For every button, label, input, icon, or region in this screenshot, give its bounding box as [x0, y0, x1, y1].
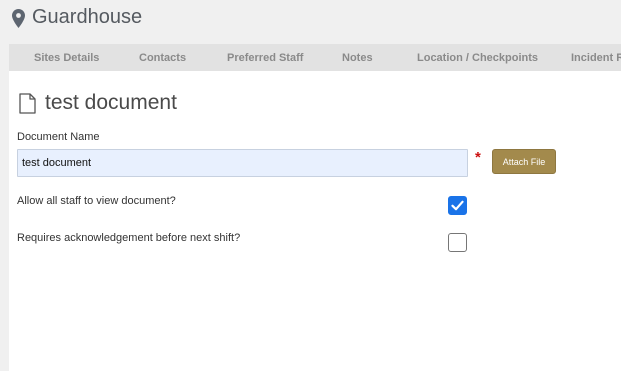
tab-notes[interactable]: Notes: [342, 44, 373, 71]
tab-location-checkpoints[interactable]: Location / Checkpoints: [417, 44, 538, 71]
document-title: test document: [45, 91, 177, 114]
document-name-input[interactable]: [17, 149, 468, 177]
site-title: Guardhouse: [32, 6, 143, 28]
attach-file-button[interactable]: Attach File: [492, 149, 556, 174]
tab-sites-details[interactable]: Sites Details: [34, 44, 99, 71]
allow-staff-checkbox[interactable]: [448, 196, 467, 215]
acknowledgement-label: Requires acknowledgement before next shi…: [17, 232, 241, 244]
map-pin-icon: [12, 9, 25, 28]
document-name-label: Document Name: [17, 131, 100, 143]
site-header: Guardhouse: [0, 0, 621, 44]
checkmark-icon: [451, 200, 464, 211]
document-icon: [19, 93, 36, 114]
document-panel: test document Document Name * Attach Fil…: [9, 71, 621, 371]
allow-staff-label: Allow all staff to view document?: [17, 195, 176, 207]
tab-bar: Sites Details Contacts Preferred Staff N…: [9, 44, 621, 71]
tab-preferred-staff[interactable]: Preferred Staff: [227, 44, 303, 71]
acknowledgement-checkbox[interactable]: [448, 233, 467, 252]
tab-contacts[interactable]: Contacts: [139, 44, 186, 71]
required-marker: *: [475, 149, 481, 166]
tab-incident-reports[interactable]: Incident Re: [571, 44, 621, 71]
